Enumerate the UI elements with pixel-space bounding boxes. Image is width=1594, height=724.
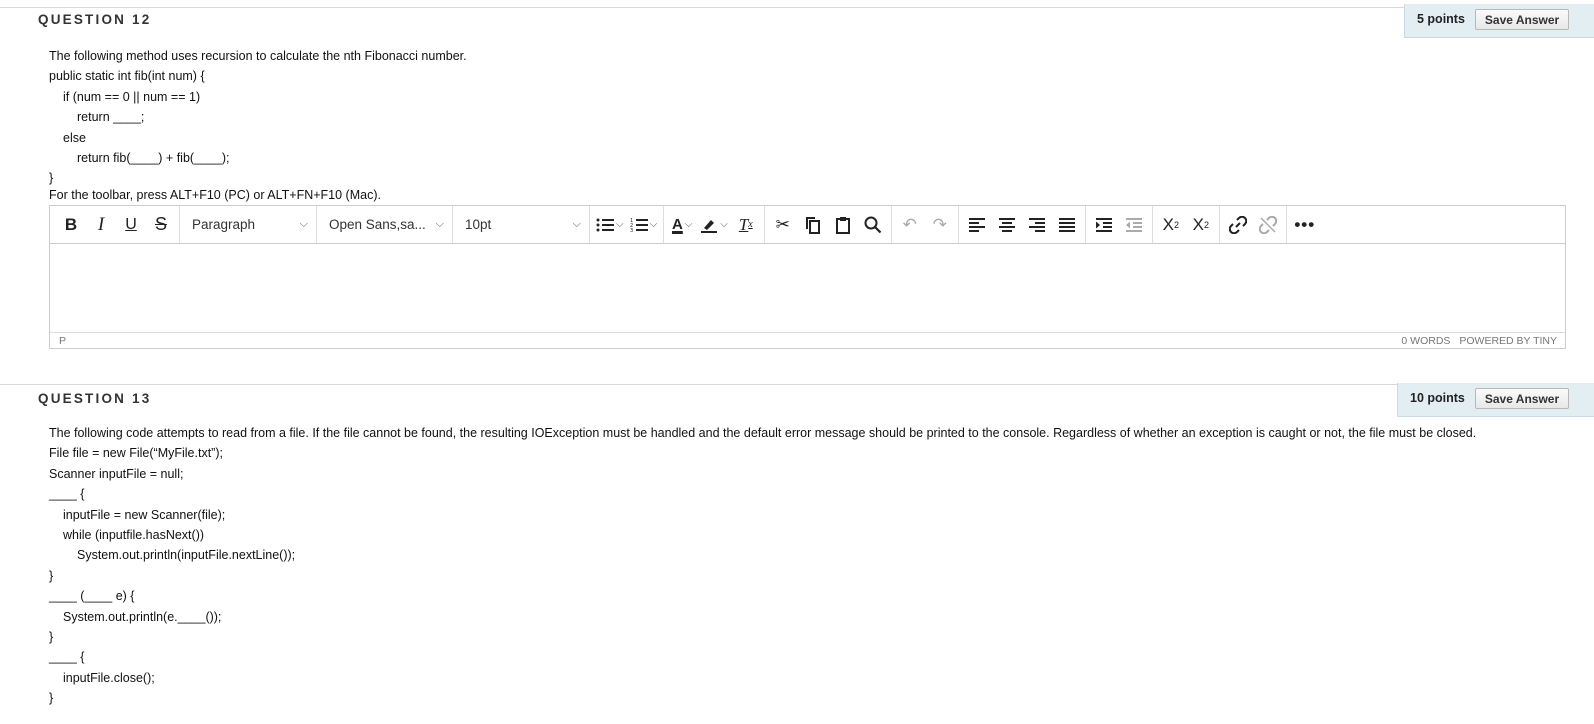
font-size-value: 10pt [465, 217, 492, 232]
bullet-list-icon[interactable]: ⌵ [593, 210, 627, 240]
clipboard-group: ✂ [765, 206, 892, 243]
paste-icon[interactable] [828, 210, 858, 240]
divider [0, 7, 1594, 8]
highlight-icon[interactable]: ⌵ [697, 210, 731, 240]
font-size-select[interactable]: 10pt ⌵ [453, 206, 590, 243]
redo-icon[interactable]: ↷ [925, 210, 955, 240]
clear-formatting-icon[interactable]: Tx [731, 210, 761, 240]
question-title: QUESTION 13 [38, 391, 152, 406]
code-line: inputFile.close(); [63, 670, 155, 685]
list-group: ⌵ 123 ⌵ [590, 206, 665, 243]
outdent-icon[interactable] [1119, 210, 1149, 240]
code-line: return ____; [77, 110, 145, 125]
code-line: ____ { [49, 650, 85, 665]
history-group: ↶ ↷ [892, 206, 959, 243]
color-group: A ⌵ ⌵ Tx [664, 206, 765, 243]
italic-icon[interactable]: I [86, 210, 116, 240]
code-line: } [49, 691, 54, 706]
code-line: ____ (____ e) { [49, 589, 135, 604]
code-line: ____ { [49, 487, 85, 502]
align-right-icon[interactable] [1022, 210, 1052, 240]
code-line: else [63, 130, 86, 145]
format-group: B I U S [50, 206, 180, 243]
copy-icon[interactable] [798, 210, 828, 240]
align-group [959, 206, 1086, 243]
numbered-list-icon[interactable]: 123 ⌵ [627, 210, 661, 240]
powered-by-link[interactable]: POWERED BY TINY [1459, 335, 1557, 347]
indent-icon[interactable] [1089, 210, 1119, 240]
question-12: QUESTION 12 5 points Save Answer The fol… [0, 0, 1594, 365]
font-family-select[interactable]: Open Sans,sa... ⌵ [317, 206, 453, 243]
points-label: 10 points [1410, 391, 1465, 405]
chevron-down-icon: ⌵ [572, 218, 581, 230]
undo-icon[interactable]: ↶ [895, 210, 925, 240]
align-left-icon[interactable] [962, 210, 992, 240]
code-line: } [49, 568, 54, 583]
editor-content-area[interactable] [50, 244, 1565, 332]
align-center-icon[interactable] [992, 210, 1022, 240]
question-line: The following method uses recursion to c… [49, 49, 467, 63]
block-format-value: Paragraph [192, 217, 256, 232]
chevron-down-icon: ⌵ [435, 218, 444, 230]
points-label: 5 points [1417, 12, 1465, 26]
chevron-down-icon: ⌵ [720, 219, 728, 230]
points-box: 10 points Save Answer [1397, 383, 1594, 417]
superscript-icon[interactable]: X2 [1156, 210, 1186, 240]
underline-icon[interactable]: U [116, 210, 146, 240]
indent-group [1086, 206, 1153, 243]
points-box: 5 points Save Answer [1404, 4, 1594, 38]
code-line: return fib(____) + fib(____); [77, 150, 230, 165]
code-line: System.out.println(inputFile.nextLine())… [77, 548, 296, 563]
chevron-down-icon: ⌵ [649, 219, 658, 230]
block-format-select[interactable]: Paragraph ⌵ [180, 206, 317, 243]
save-answer-button[interactable]: Save Answer [1474, 388, 1570, 409]
code-line: inputFile = new Scanner(file); [63, 507, 226, 522]
divider [0, 384, 1594, 385]
link-icon[interactable] [1223, 210, 1253, 240]
element-path[interactable]: P [59, 335, 66, 347]
text-color-icon[interactable]: A ⌵ [667, 210, 697, 240]
statusbar-right: 0 WORDS POWERED BY TINY [1395, 335, 1557, 347]
editor-toolbar: B I U S Paragraph ⌵ Open Sans,sa... ⌵ 10… [50, 206, 1565, 244]
code-line: File file = new File(“MyFile.txt”); [49, 446, 223, 461]
subscript-icon[interactable]: X2 [1186, 210, 1216, 240]
question-text: The following code attempts to read from… [49, 423, 1476, 708]
code-line: Scanner inputFile = null; [49, 466, 184, 481]
chevron-down-icon: ⌵ [684, 219, 693, 230]
editor-statusbar: P 0 WORDS POWERED BY TINY [50, 332, 1565, 349]
more-icon[interactable]: ••• [1290, 210, 1320, 240]
word-count[interactable]: 0 WORDS [1401, 335, 1450, 347]
unlink-icon[interactable] [1253, 210, 1283, 240]
code-line: while (inputfile.hasNext()) [63, 527, 205, 542]
code-line: } [49, 629, 54, 644]
rich-text-editor: B I U S Paragraph ⌵ Open Sans,sa... ⌵ 10… [49, 205, 1566, 349]
strikethrough-icon[interactable]: S [146, 210, 176, 240]
link-group [1220, 206, 1287, 243]
code-line: if (num == 0 || num == 1) [63, 89, 201, 104]
code-line: public static int fib(int num) { [49, 69, 205, 84]
code-line: } [49, 171, 54, 186]
script-group: X2 X2 [1153, 206, 1220, 243]
font-family-value: Open Sans,sa... [329, 217, 426, 232]
question-line: The following code attempts to read from… [49, 426, 1477, 440]
bold-icon[interactable]: B [56, 210, 86, 240]
question-13: QUESTION 13 10 points Save Answer The fo… [0, 383, 1594, 724]
justify-icon[interactable] [1052, 210, 1082, 240]
question-text: The following method uses recursion to c… [49, 46, 467, 189]
code-line: System.out.println(e.____()); [63, 609, 222, 624]
chevron-down-icon: ⌵ [616, 219, 624, 230]
save-answer-button[interactable]: Save Answer [1474, 9, 1570, 30]
search-icon[interactable] [858, 210, 888, 240]
question-title: QUESTION 12 [38, 12, 152, 27]
more-group: ••• [1287, 206, 1323, 243]
toolbar-hint: For the toolbar, press ALT+F10 (PC) or A… [49, 188, 381, 202]
svg-text:3: 3 [630, 228, 633, 233]
cut-icon[interactable]: ✂ [768, 210, 798, 240]
chevron-down-icon: ⌵ [299, 218, 308, 230]
